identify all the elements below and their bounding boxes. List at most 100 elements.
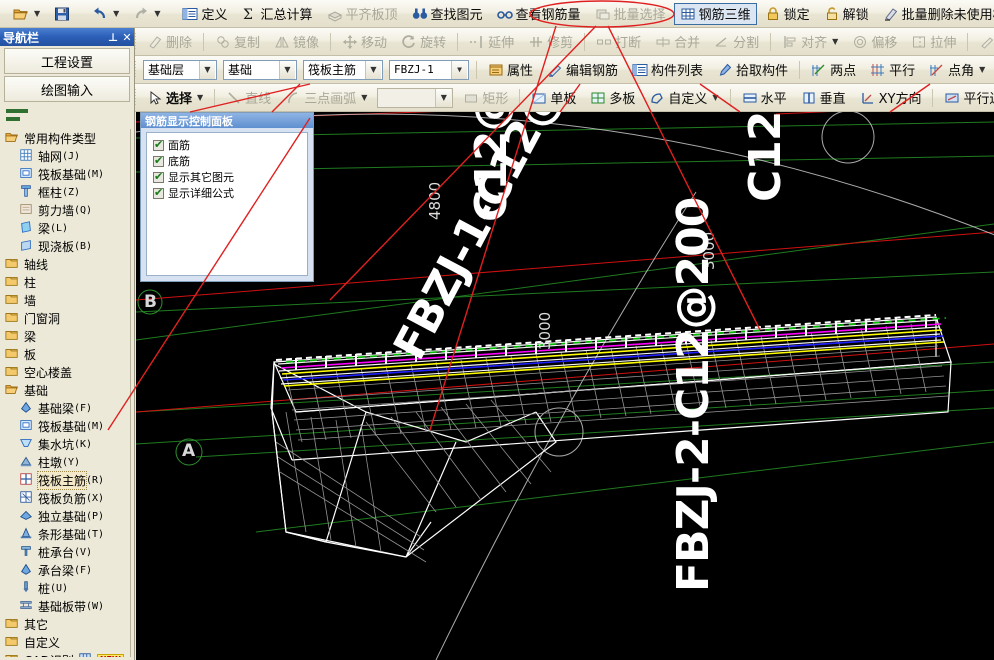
component-type-combo[interactable]: 筏板主筋 ▼ [303,59,383,80]
parallel-edge-main-rebar-button[interactable]: 平行边布置受力筋 ▼ [938,87,994,109]
project-settings-button[interactable]: 工程设置 [4,48,130,74]
chevron-down-icon[interactable]: ▼ [199,60,215,79]
checkbox-bottom-rebar[interactable] [153,154,164,167]
rotate-button[interactable]: 旋转 [395,31,452,53]
delete-button[interactable]: 删除 [141,31,198,53]
merge-button[interactable]: 合并 [649,31,706,53]
tree-item[interactable]: 轴线 [3,255,130,273]
component-tree[interactable]: 常用构件类型 轴网 (J) 筏板基础 (M) 框柱 (Z) 剪力墙 (Q) 梁 (L) 现浇板 (B) 轴… [3,129,131,657]
copy-button[interactable]: 复制 [209,31,266,53]
rebar-3d-button[interactable]: 钢筋三维 [673,2,757,25]
tree-item[interactable]: 基础 [3,381,130,399]
draw-mode-combo[interactable]: ▼ [377,87,454,108]
tree-item[interactable]: 板 [3,345,130,363]
chevron-down-icon[interactable]: ▼ [451,60,467,79]
tree-item[interactable]: CAD识别 NEW [3,651,130,657]
set-grip-button[interactable]: 设置夹点 [973,31,994,53]
trim-button[interactable]: 修剪 [522,31,579,53]
find-element-button[interactable]: 查找图元 [406,3,489,25]
flush-slab-top-button[interactable]: 平齐板顶 [321,3,404,25]
single-slab-button[interactable]: 单板 [525,87,582,109]
tree-item[interactable]: 剪力墙 (Q) [3,201,130,219]
tree-item[interactable]: 筏板主筋 (R) [3,470,130,490]
tree-item[interactable]: 基础板带 (W) [3,597,130,615]
three-point-arc-button[interactable]: 三点画弧 ▼ [279,87,373,109]
tree-item[interactable]: 筏板基础 (M) [3,165,130,183]
tree-item[interactable]: 筏板基础 (M) [3,417,130,435]
tree-item[interactable]: 桩 (U) [3,579,130,597]
two-point-button[interactable]: 两点 [805,59,862,81]
checkbox-row[interactable]: 显示其它图元 [153,169,307,185]
parallel-button[interactable]: 平行 [864,59,921,81]
open-button[interactable]: ▼ [7,3,46,25]
chevron-down-icon[interactable]: ▼ [113,9,119,18]
tree-item[interactable]: 梁 (L) [3,219,130,237]
tree-item[interactable]: 墙 [3,291,130,309]
floor-combo[interactable]: 基础层 ▼ [143,59,217,80]
stretch-button[interactable]: 拉伸 [905,31,962,53]
close-icon[interactable]: ✕ [120,31,134,44]
tree-item[interactable]: 集水坑 (K) [3,435,130,453]
multi-slab-button[interactable]: 多板 [584,87,641,109]
tree-item[interactable]: 门窗洞 [3,309,130,327]
point-angle-button[interactable]: 点角 ▼ [923,59,991,81]
toolbar-main[interactable]: ▼ ▼ ▼ 定义 Σ 汇总计算 平齐板顶 查找图元 查看钢筋量 批量选择 钢筋三… [0,0,994,28]
chevron-down-icon[interactable]: ▼ [435,88,452,107]
xy-direction-button[interactable]: XY方向 [854,87,928,109]
horizontal-button[interactable]: 水平 [736,87,793,109]
component-name-combo[interactable]: FBZJ-1 ▼ [389,59,469,80]
unlock-button[interactable]: 解锁 [818,3,875,25]
checkbox-row[interactable]: 显示详细公式 [153,185,307,201]
tree-item[interactable]: 框柱 (Z) [3,183,130,201]
tree-item[interactable]: 自定义 [3,633,130,651]
select-button[interactable]: 选择 ▼ [141,87,209,109]
extend-button[interactable]: 延伸 [463,31,520,53]
tree-item[interactable]: 柱 [3,273,130,291]
tree-item[interactable]: 空心楼盖 [3,363,130,381]
category-combo[interactable]: 基础 ▼ [223,59,297,80]
chevron-down-icon[interactable]: ▼ [34,9,40,18]
offset-button[interactable]: 偏移 [846,31,903,53]
toolbar-draw[interactable]: 选择 ▼ 直线 三点画弧 ▼ ▼ 矩形 单板 多板 自定义 ▼ 水平 垂直 XY… [0,84,994,112]
component-list-button[interactable]: 构件列表 [626,59,709,81]
tree-item[interactable]: 基础梁 (F) [3,399,130,417]
chevron-down-icon[interactable]: ▼ [832,37,838,46]
checkbox-top-rebar[interactable] [153,138,164,151]
break-button[interactable]: 打断 [590,31,647,53]
chevron-down-icon[interactable]: ▼ [365,60,381,79]
properties-button[interactable]: 属性 [482,59,539,81]
rebar-display-control-panel[interactable]: 钢筋显示控制面板 面筋底筋显示其它图元显示详细公式 [140,112,314,282]
line-button[interactable]: 直线 [220,87,277,109]
toolbar-edit[interactable]: 删除 复制 镜像 移动 旋转 延伸 修剪 打断 合并 分割 对齐 ▼ 偏移 拉伸 [0,28,994,56]
summary-calc-button[interactable]: Σ 汇总计算 [235,3,318,25]
checkbox-row[interactable]: 面筋 [153,137,307,153]
tree-item[interactable]: 筏板负筋 (X) [3,489,130,507]
chevron-down-icon[interactable]: ▼ [361,93,367,102]
tree-item[interactable]: 柱墩 (Y) [3,453,130,471]
checkbox-show-detail-formula[interactable] [153,186,164,199]
tree-item[interactable]: 独立基础 (P) [3,507,130,525]
batch-select-button[interactable]: 批量选择 [589,3,672,25]
tree-item[interactable]: 承台梁 (F) [3,561,130,579]
custom-button[interactable]: 自定义 ▼ [643,87,724,109]
chevron-down-icon[interactable]: ▼ [979,65,985,74]
chevron-down-icon[interactable]: ▼ [712,93,718,102]
toolbar-component[interactable]: 基础层 ▼ 基础 ▼ 筏板主筋 ▼ FBZJ-1 ▼ 属性 编辑钢筋 构件列表 … [0,56,994,84]
redo-button[interactable]: ▼ [127,3,166,25]
tree-item[interactable]: 梁 [3,327,130,345]
mirror-button[interactable]: 镜像 [268,31,325,53]
tree-item[interactable]: 现浇板 (B) [3,237,130,255]
undo-button[interactable]: ▼ [86,3,125,25]
checkbox-show-other-elements[interactable] [153,170,164,183]
batch-delete-unused-button[interactable]: 批量删除未使用构件 [877,3,994,25]
rectangle-button[interactable]: 矩形 [457,87,514,109]
chevron-down-icon[interactable]: ▼ [279,60,295,79]
chevron-down-icon[interactable]: ▼ [197,93,203,102]
move-button[interactable]: 移动 [336,31,393,53]
tree-item[interactable]: 常用构件类型 [3,129,130,147]
align-button[interactable]: 对齐 ▼ [776,31,844,53]
pin-icon[interactable]: ⊥ [106,31,120,44]
split-button[interactable]: 分割 [708,31,765,53]
checkbox-row[interactable]: 底筋 [153,153,307,169]
edit-rebar-button[interactable]: 编辑钢筋 [541,59,624,81]
